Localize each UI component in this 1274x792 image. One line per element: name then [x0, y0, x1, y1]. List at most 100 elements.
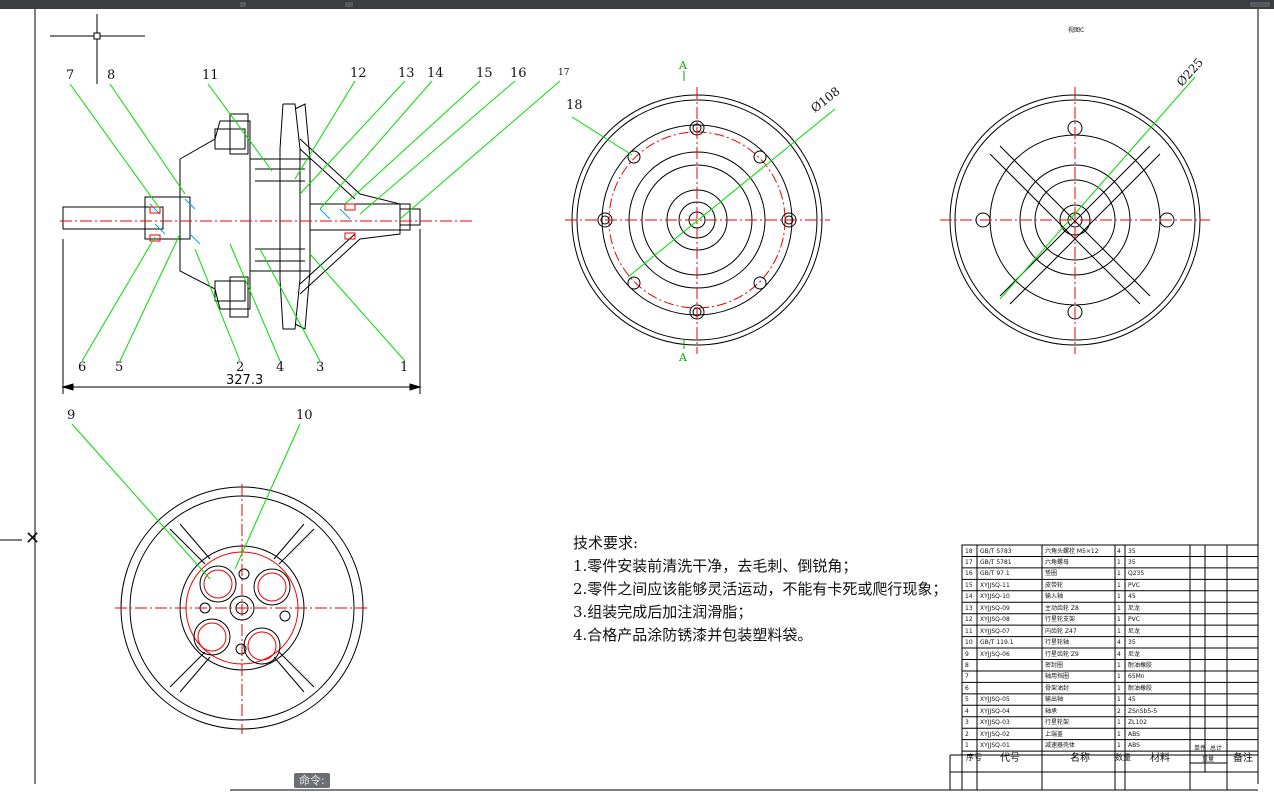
bom-cell-code: XYJJSQ-04: [980, 707, 1010, 715]
bom-cell-code: XYJJSQ-06: [980, 650, 1010, 658]
bom-cell-seq: 8: [965, 662, 969, 669]
bom-cell-material: 35: [1128, 547, 1136, 555]
bom-cell-qty: 1: [1117, 570, 1121, 578]
bom-cell-name: 输出轴: [1045, 696, 1064, 704]
bom-cell-seq: 15: [965, 581, 973, 589]
balloon-14: 14: [427, 66, 444, 81]
section-view: [60, 103, 475, 330]
section-mark-bottom: A: [678, 351, 688, 364]
bom-cell-material: 耐油橡胶: [1128, 662, 1153, 669]
bom-cell-qty: 1: [1117, 616, 1121, 624]
view-c-label: 视图C: [1068, 26, 1084, 34]
close-icon[interactable]: ✕: [25, 530, 40, 548]
bom-cell-qty: 1: [1117, 684, 1121, 692]
bom-cell-name: 皮带轮: [1045, 581, 1064, 589]
bom-cell-material: PVC: [1128, 616, 1140, 624]
bom-cell-code: XYJJSQ-09: [980, 604, 1010, 612]
bom-cell-code: XYJJSQ-01: [980, 742, 1010, 750]
bom-cell-seq: 16: [965, 570, 973, 578]
output-shaft: [62, 206, 164, 230]
balloon-6: 6: [78, 360, 86, 375]
balloon-13: 13: [398, 66, 415, 81]
balloon-7: 7: [66, 68, 74, 83]
bom-cell-material: 耐油橡胶: [1128, 684, 1153, 692]
balloon-17: 17: [558, 68, 570, 78]
balloon-11: 11: [202, 68, 219, 83]
tech-title: 技术要求:: [573, 534, 639, 552]
bom-header-unit: 单件: [1194, 745, 1207, 752]
front-view-leaders: [571, 108, 836, 278]
bom-cell-seq: 5: [965, 696, 969, 704]
bom-cell-seq: 18: [965, 547, 973, 555]
tech-item-4: 4.合格产品涂防锈漆并包装塑料袋。: [573, 626, 813, 644]
pulley: [279, 103, 301, 330]
bom-cell-name: 垫圈: [1045, 570, 1058, 578]
bom-cell-material: 35: [1128, 639, 1136, 647]
balloon-3: 3: [316, 360, 324, 375]
bom-cell-qty: 1: [1117, 662, 1121, 669]
bom-cell-name: 减速器壳体: [1045, 742, 1076, 750]
bom-header-qty: 数量: [1115, 753, 1131, 762]
cad-drawing-canvas[interactable]: 327.3 7 8 11 12 13 14 15 16 17 6 5 2 4 3…: [0, 9, 1274, 792]
bom-cell-qty: 4: [1117, 547, 1121, 555]
dimension-dia-225: Ø225: [1174, 55, 1206, 89]
balloon-4: 4: [276, 360, 284, 375]
bom-cell-seq: 4: [965, 707, 969, 715]
bom-cell-material: 尼龙: [1128, 604, 1141, 612]
command-line-label[interactable]: 命令:: [294, 773, 330, 788]
bom-cell-qty: 1: [1117, 558, 1121, 566]
balloon-5: 5: [115, 360, 123, 375]
balloon-18: 18: [566, 98, 583, 113]
balloon-10: 10: [296, 408, 313, 423]
bom-cell-name: 行星轮支架: [1045, 616, 1076, 624]
toolbar-tab-marker[interactable]: [345, 2, 353, 7]
dia-225-leader: [999, 76, 1196, 300]
bom-cell-seq: 6: [965, 684, 969, 692]
bom-cell-name: 行星齿轮 Z9: [1045, 650, 1079, 658]
bom-cell-qty: 1: [1117, 627, 1121, 635]
bom-cell-material: ZSnSb5-5: [1128, 707, 1158, 715]
balloon-8: 8: [107, 68, 115, 83]
bom-cell-code: XYJJSQ-11: [980, 581, 1010, 589]
bom-cell-material: 尼龙: [1128, 627, 1141, 635]
tech-item-2: 2.零件之间应该能够灵活运动，不能有卡死或爬行现象；: [573, 580, 948, 598]
balloon-16: 16: [510, 66, 527, 81]
bom-cell-seq: 17: [965, 558, 973, 566]
bom-cell-material: 45: [1128, 593, 1136, 601]
bom-cell-code: XYJJSQ-10: [980, 593, 1010, 601]
bom-cell-material: 45: [1128, 696, 1136, 704]
balloon-9: 9: [67, 408, 75, 423]
bom-cell-material: 尼龙: [1128, 650, 1141, 658]
bom-cell-code: GB/T 5783: [980, 547, 1012, 555]
bom-cell-name: 行星轮轴: [1045, 639, 1070, 647]
bom-cell-code: GB/T 97.1: [980, 570, 1010, 578]
bom-cell-seq: 12: [965, 616, 973, 624]
bom-cell-code: GB/T 5781: [980, 558, 1012, 566]
bom-cell-qty: 1: [1117, 742, 1121, 750]
bom-cell-code: XYJJSQ-07: [980, 627, 1010, 635]
bom-cell-seq: 7: [965, 673, 969, 681]
bom-cell-qty: 1: [1117, 696, 1121, 704]
balloon-12: 12: [350, 66, 367, 81]
bom-cell-seq: 10: [965, 639, 973, 647]
bom-header-name: 名称: [1070, 753, 1090, 764]
bom-cell-seq: 14: [965, 593, 973, 601]
bom-cell-code: XYJJSQ-02: [980, 730, 1010, 738]
bom-cell-qty: 1: [1117, 593, 1121, 601]
bom-cell-name: 主动齿轮 Z8: [1045, 604, 1079, 612]
bottom-view-leaders: [71, 423, 301, 580]
seal-housing: [144, 196, 191, 240]
top-view: [940, 87, 1210, 354]
input-shaft: [309, 203, 411, 231]
bom-cell-code: XYJJSQ-05: [980, 696, 1010, 704]
bom-cell-material: ABS: [1128, 730, 1140, 738]
window-controls[interactable]: [1250, 2, 1270, 7]
balloon-1: 1: [400, 360, 408, 375]
bom-cell-qty: 1: [1117, 730, 1121, 738]
crosshair-cursor: [50, 14, 145, 84]
bom-cell-material: ZL102: [1128, 719, 1147, 727]
tech-item-1: 1.零件安装前清洗干净，去毛刺、倒锐角；: [573, 557, 858, 575]
toolbar-tab-marker[interactable]: [240, 2, 246, 7]
bom-header-code: 代号: [1000, 753, 1020, 764]
bom-cell-seq: 9: [965, 650, 969, 658]
